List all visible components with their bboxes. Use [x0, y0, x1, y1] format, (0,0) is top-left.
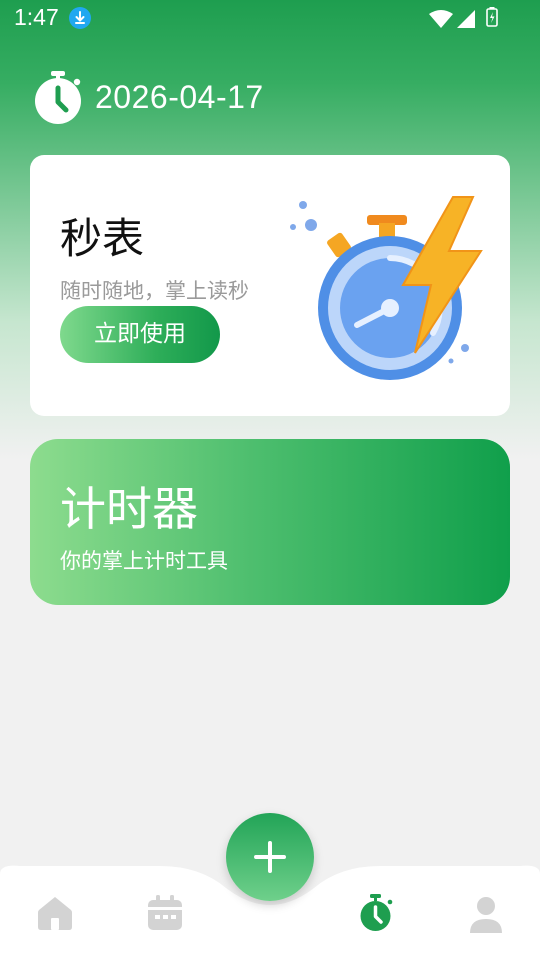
stopwatch-card[interactable]: 秒表 随时随地，掌上读秒 立即使用 — [30, 155, 510, 416]
nav-item-profile[interactable] — [466, 893, 506, 933]
add-fab-button[interactable] — [226, 813, 314, 901]
stopwatch-subtitle: 随时随地，掌上读秒 — [60, 279, 249, 303]
plus-icon — [254, 841, 286, 873]
current-date: 2026-04-17 — [95, 79, 264, 115]
nav-item-calendar[interactable] — [145, 893, 185, 933]
battery-icon — [486, 7, 498, 27]
stopwatch-title: 秒表 — [60, 214, 145, 263]
status-bar: 1:47 — [0, 0, 540, 38]
clock-icon — [35, 71, 81, 124]
timer-subtitle: 你的掌上计时工具 — [60, 549, 228, 573]
calendar-icon — [148, 895, 182, 930]
stopwatch-lightning-illustration — [290, 196, 483, 380]
stopwatch-icon — [360, 894, 393, 931]
nav-item-stopwatch[interactable] — [357, 893, 397, 933]
profile-icon — [470, 897, 502, 933]
download-icon — [69, 7, 91, 29]
status-time: 1:47 — [14, 4, 59, 30]
signal-icon — [457, 10, 475, 28]
timer-card[interactable]: 计时器 你的掌上计时工具 — [30, 439, 510, 605]
timer-title: 计时器 — [60, 482, 198, 536]
home-icon — [38, 897, 72, 930]
use-now-button[interactable]: 立即使用 — [60, 306, 220, 363]
nav-item-home[interactable] — [35, 893, 75, 933]
wifi-icon — [429, 10, 453, 28]
